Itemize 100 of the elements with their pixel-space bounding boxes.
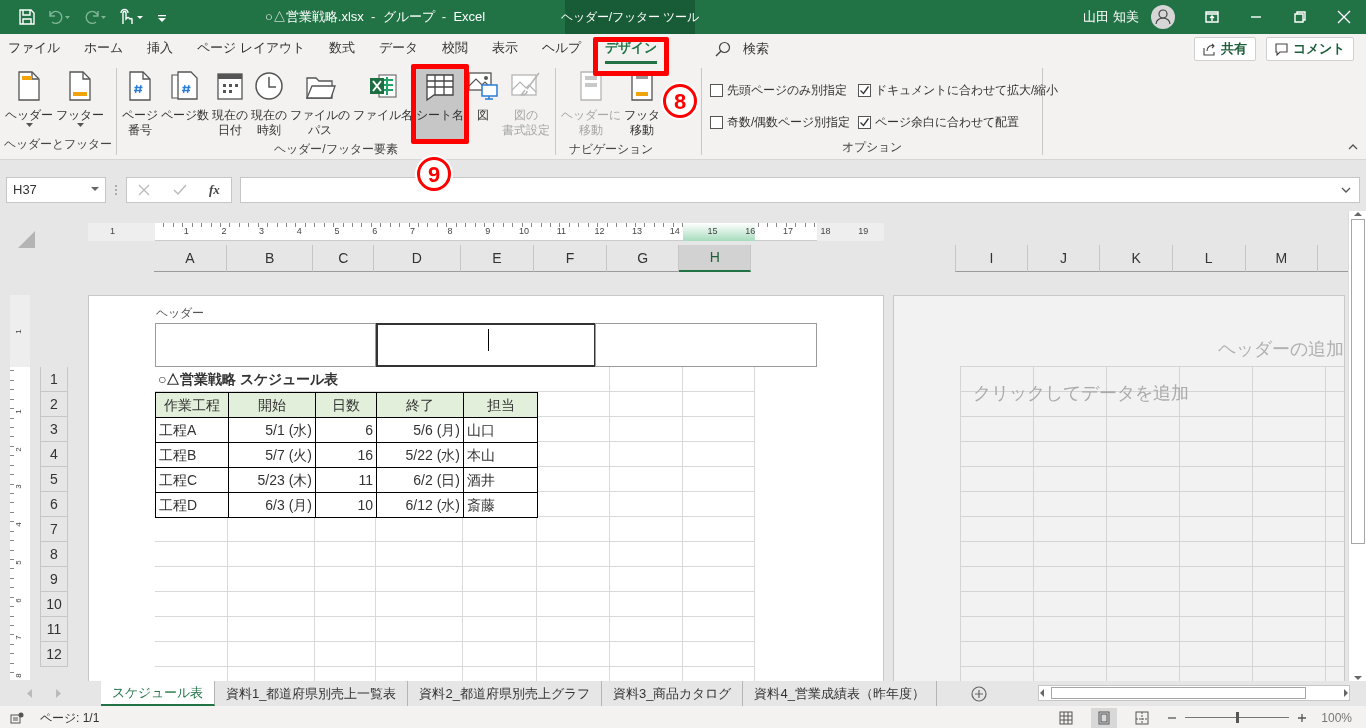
column-heading: 開始 — [228, 392, 316, 418]
row-header[interactable]: 7 — [40, 517, 68, 542]
ruler-number: 8 — [13, 673, 23, 678]
ribbon-button[interactable]: シート名 — [415, 68, 465, 140]
column-header[interactable]: C — [313, 245, 375, 272]
row-header[interactable]: 10 — [40, 592, 68, 617]
scrollbar-thumb[interactable] — [1350, 219, 1365, 544]
ruler-number: 12 — [594, 226, 605, 236]
share-icon — [1203, 42, 1216, 56]
search-icon[interactable] — [714, 41, 731, 57]
checkbox-label[interactable]: ページ余白に合わせて配置 — [875, 113, 1019, 131]
checkbox[interactable] — [710, 83, 723, 97]
ribbon-button[interactable]: フッタ 移動 — [623, 68, 661, 140]
ribbon-display-icon[interactable] — [1205, 11, 1219, 23]
comment-button[interactable]: コメント — [1266, 37, 1354, 61]
checkbox-label[interactable]: 奇数/偶数ページ別指定 — [727, 113, 851, 131]
horizontal-scrollbar[interactable] — [1038, 685, 1350, 701]
checkbox[interactable] — [858, 83, 871, 97]
undo-icon[interactable] — [46, 8, 72, 26]
share-button[interactable]: 共有 — [1194, 37, 1256, 61]
column-header[interactable]: L — [1172, 245, 1246, 272]
ribbon-button[interactable]: 現在の 時刻 — [250, 68, 288, 140]
ribbon-button[interactable]: 現在の 日付 — [211, 68, 249, 140]
row-header[interactable]: 3 — [40, 417, 68, 442]
ribbon-button[interactable]: 図 — [466, 68, 500, 140]
insert-function-button[interactable]: fx — [208, 179, 220, 200]
ruler-number: 1 — [183, 226, 189, 236]
column-header[interactable]: I — [955, 245, 1028, 272]
name-box[interactable]: H37 — [6, 176, 106, 203]
ribbon-tab[interactable]: 校閲 — [441, 33, 468, 65]
vertical-scrollbar[interactable] — [1348, 211, 1366, 681]
table-cell: 5/22 (水) — [376, 442, 464, 468]
page-count: ページ: 1/1 — [40, 709, 100, 727]
column-header[interactable]: J — [1027, 245, 1101, 272]
row-header[interactable]: 2 — [40, 392, 68, 417]
macro-icon[interactable] — [10, 711, 24, 724]
ribbon-tab[interactable]: データ — [378, 33, 418, 65]
row-header[interactable]: 5 — [40, 467, 68, 492]
sheet-tab[interactable]: スケジュール表 — [101, 681, 215, 706]
step-number: 8 — [663, 84, 697, 119]
ribbon-button[interactable]: ファイルの パス — [289, 68, 351, 140]
row-header[interactable]: 8 — [40, 542, 68, 567]
page-layout-view-icon[interactable] — [1091, 707, 1118, 728]
ruler-number: 5 — [13, 560, 23, 565]
column-header[interactable]: A — [154, 245, 227, 272]
close-icon[interactable] — [1337, 10, 1351, 24]
row-header[interactable]: 11 — [40, 617, 68, 642]
ribbon-button[interactable]: ファイル名 — [352, 68, 414, 140]
zoom-in-icon[interactable] — [1297, 712, 1308, 723]
collapse-ribbon-icon[interactable] — [1348, 142, 1358, 150]
scroll-up-icon[interactable] — [1353, 211, 1362, 217]
scroll-right-icon[interactable] — [1343, 689, 1349, 697]
ribbon-tab[interactable]: 挿入 — [147, 33, 173, 65]
slider-thumb[interactable] — [1235, 712, 1239, 723]
caret-icon — [76, 123, 84, 128]
column-header[interactable]: M — [1245, 245, 1319, 272]
stacked-documents-icon — [169, 70, 201, 102]
ribbon-tab[interactable]: 表示 — [491, 33, 518, 65]
avatar-icon[interactable] — [1151, 5, 1175, 29]
search-label[interactable]: 検索 — [742, 39, 769, 59]
checkbox[interactable] — [710, 115, 723, 129]
column-header[interactable]: G — [606, 245, 680, 272]
row-header[interactable]: 1 — [40, 367, 68, 392]
checkbox[interactable] — [858, 115, 871, 129]
add-sheet-icon[interactable] — [970, 685, 987, 702]
column-header[interactable]: D — [374, 245, 461, 272]
touch-hand-icon[interactable] — [118, 8, 146, 26]
row-header[interactable]: 9 — [40, 567, 68, 592]
ribbon-button[interactable]: ページ 番号 — [121, 68, 159, 140]
row-header[interactable]: 6 — [40, 492, 68, 517]
checkbox-label[interactable]: 先頭ページのみ別指定 — [727, 81, 847, 99]
ribbon-tab[interactable]: ヘルプ — [541, 33, 581, 65]
row-header[interactable]: 12 — [40, 642, 68, 667]
ribbon-tab[interactable]: ホーム — [84, 33, 123, 65]
ruler-number: 5 — [334, 226, 340, 236]
table-cell: 工程C — [155, 467, 229, 493]
zoom-level[interactable]: 100% — [1321, 708, 1352, 727]
table-cell: 6/2 (日) — [376, 467, 464, 493]
checkbox-label[interactable]: ドキュメントに合わせて拡大/縮小 — [875, 81, 1059, 99]
scroll-left-icon[interactable] — [1039, 689, 1045, 697]
column-header[interactable]: H — [679, 245, 752, 272]
row-header[interactable]: 4 — [40, 442, 68, 467]
header-section[interactable] — [376, 323, 596, 367]
ruler-number: 17 — [782, 226, 793, 236]
save-icon[interactable] — [18, 8, 36, 26]
restore-icon[interactable] — [1294, 11, 1306, 23]
column-header[interactable]: F — [534, 245, 607, 272]
ribbon-tab[interactable]: ファイル — [8, 33, 60, 65]
ribbon-tab[interactable]: ページ レイアウト — [197, 33, 305, 65]
check-icon[interactable] — [172, 183, 187, 196]
table-cell: 6/12 (水) — [376, 492, 464, 518]
ribbon-button[interactable]: フッター — [55, 68, 105, 135]
column-header[interactable]: K — [1100, 245, 1173, 272]
expand-icon[interactable] — [1341, 186, 1351, 193]
ribbon-tab[interactable]: 数式 — [328, 33, 355, 65]
scrollbar-thumb[interactable] — [1051, 687, 1306, 699]
column-header[interactable]: B — [226, 245, 314, 272]
ribbon-button[interactable]: ページ数 — [160, 68, 210, 140]
ribbon-button[interactable]: ヘッダー — [4, 68, 54, 135]
column-header[interactable]: E — [460, 245, 535, 272]
